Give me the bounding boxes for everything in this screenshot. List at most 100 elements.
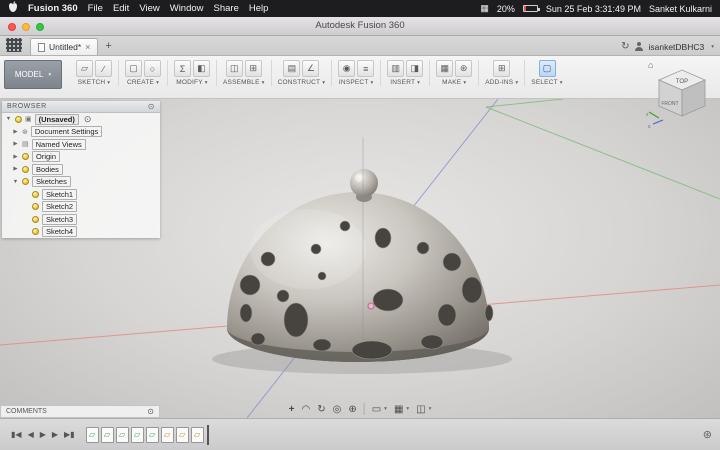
workspace-switcher[interactable]: MODEL ▾ — [4, 60, 62, 89]
account-name[interactable]: isanketDBHC3 — [648, 42, 704, 52]
browser-root-row[interactable]: ▼ ▣ (Unsaved) ⊙ — [2, 113, 160, 126]
group-caret-icon[interactable]: ▾ — [560, 80, 563, 86]
disclosure-triangle-icon[interactable]: ▶ — [12, 141, 19, 147]
minimize-window-button[interactable] — [22, 23, 30, 31]
group-caret-icon[interactable]: ▾ — [262, 80, 265, 86]
status-grid-icon[interactable]: ▦ — [480, 3, 489, 14]
disclosure-triangle-icon[interactable]: ▶ — [12, 129, 19, 135]
parameters-tool-icon[interactable]: Σ — [174, 60, 191, 77]
group-caret-icon[interactable]: ▾ — [463, 80, 466, 86]
spline-tool-icon[interactable]: ∕ — [95, 60, 112, 77]
user-avatar-icon[interactable] — [634, 42, 643, 51]
timeline-feature[interactable]: ▱ — [160, 426, 174, 443]
row-label[interactable]: Sketch1 — [42, 188, 78, 200]
row-label[interactable]: Named Views — [31, 138, 86, 150]
browser-row-origin[interactable]: ▶ Origin — [2, 151, 160, 164]
visibility-bulb-icon[interactable] — [22, 178, 29, 186]
browser-header[interactable]: BROWSER ⊙ — [2, 101, 160, 113]
presspull-tool-icon[interactable]: ◧ — [193, 60, 210, 77]
menubar-clock[interactable]: Sun 25 Feb 3:31:49 PM — [546, 4, 641, 14]
browser-row-bodies[interactable]: ▶ Bodies — [2, 163, 160, 176]
menu-file[interactable]: File — [88, 3, 103, 14]
hand-icon[interactable]: ◠ — [301, 404, 310, 415]
play-button[interactable]: ▶ — [37, 430, 49, 439]
viewports-dropdown[interactable]: ◫ ▾ — [416, 404, 431, 415]
addins-tool-icon[interactable]: ⊞ — [493, 60, 511, 77]
collapse-panel-icon[interactable]: ⊙ — [147, 407, 154, 416]
3dprint-tool-icon[interactable]: ▦ — [436, 60, 454, 77]
timeline-sketch-feature[interactable]: ▱ — [85, 426, 99, 443]
group-caret-icon[interactable]: ▾ — [205, 80, 208, 86]
row-label[interactable]: Bodies — [32, 163, 63, 175]
visibility-bulb-icon[interactable] — [22, 165, 29, 173]
make-settings-icon[interactable]: ⊛ — [455, 60, 473, 77]
timeline-feature[interactable]: ▱ — [190, 426, 204, 443]
dome-knob[interactable] — [350, 169, 378, 197]
close-tab-icon[interactable]: × — [85, 42, 90, 52]
toolbar-group-select[interactable]: ▢ SELECT ▾ — [525, 60, 568, 86]
menubar-user[interactable]: Sanket Kulkarni — [649, 4, 712, 14]
home-icon[interactable]: ⌂ — [648, 60, 653, 70]
row-label[interactable]: Sketches — [32, 176, 71, 188]
orbit-icon[interactable]: ↻ — [317, 404, 325, 415]
disclosure-triangle-icon[interactable]: ▶ — [12, 166, 19, 172]
visibility-bulb-icon[interactable] — [32, 215, 39, 223]
timeline-playhead[interactable] — [206, 424, 209, 445]
toolbar-group-sketch[interactable]: ▱ ∕ SKETCH ▾ — [70, 60, 119, 86]
root-document-label[interactable]: (Unsaved) — [34, 113, 79, 125]
group-caret-icon[interactable]: ▾ — [371, 80, 374, 86]
step-forward-button[interactable]: ▶ — [49, 430, 61, 439]
toolbar-group-assemble[interactable]: ◫ ⊞ ASSEMBLE ▾ — [217, 60, 272, 86]
row-label[interactable]: Origin — [32, 151, 61, 163]
menu-share[interactable]: Share — [214, 3, 239, 14]
collapse-panel-icon[interactable]: ⊙ — [148, 102, 155, 111]
timeline-sketch-feature[interactable]: ▱ — [115, 426, 129, 443]
visibility-bulb-icon[interactable] — [32, 228, 39, 236]
menu-window[interactable]: Window — [170, 3, 204, 14]
battery-icon[interactable] — [522, 5, 540, 12]
app-menu[interactable]: Fusion 360 — [28, 3, 78, 14]
group-caret-icon[interactable]: ▾ — [515, 80, 518, 86]
browser-row-sketch2[interactable]: Sketch2 — [2, 201, 160, 214]
look-at-icon[interactable]: ◎ — [333, 404, 342, 415]
toolbar-group-insert[interactable]: ▥ ◨ INSERT ▾ — [381, 60, 431, 86]
section-tool-icon[interactable]: ≡ — [357, 60, 375, 77]
component-tool-icon[interactable]: ⊞ — [244, 60, 262, 77]
insert-mesh-tool-icon[interactable]: ▥ — [387, 60, 405, 77]
sphere-tool-icon[interactable]: ○ — [144, 60, 161, 77]
sketch-point[interactable] — [367, 302, 375, 310]
timeline-sketch-feature[interactable]: ▱ — [130, 426, 144, 443]
browser-row-sketches[interactable]: ▼ Sketches — [2, 176, 160, 189]
row-label[interactable]: Sketch4 — [42, 226, 78, 238]
toolbar-group-make[interactable]: ▦ ⊛ MAKE ▾ — [430, 60, 480, 86]
step-back-button[interactable]: ◀ — [25, 430, 37, 439]
apple-menu[interactable] — [8, 1, 18, 16]
row-label[interactable]: Sketch2 — [42, 201, 78, 213]
zoom-icon[interactable]: ⊕ — [348, 404, 356, 415]
timeline-gear-icon[interactable]: ⊛ — [703, 428, 712, 441]
select-tool-icon[interactable]: ▢ — [538, 60, 556, 77]
row-label[interactable]: Document Settings — [30, 126, 103, 138]
disclosure-triangle-icon[interactable]: ▶ — [12, 154, 19, 160]
visibility-bulb-icon[interactable] — [32, 203, 39, 211]
display-settings-dropdown[interactable]: ▭ ▾ — [372, 404, 387, 415]
timeline-sketch-feature[interactable]: ▱ — [100, 426, 114, 443]
menu-edit[interactable]: Edit — [113, 3, 129, 14]
visibility-bulb-icon[interactable] — [32, 190, 39, 198]
toolbar-group-inspect[interactable]: ◉ ≡ INSPECT ▾ — [332, 60, 382, 86]
plane-tool-icon[interactable]: ▤ — [283, 60, 301, 77]
browser-row-document-settings[interactable]: ▶ ⊛ Document Settings — [2, 126, 160, 139]
account-caret-icon[interactable]: ▾ — [711, 44, 714, 50]
eye-icon[interactable]: ⊙ — [84, 114, 92, 125]
timeline-sketch-feature[interactable]: ▱ — [145, 426, 159, 443]
menu-view[interactable]: View — [139, 3, 159, 14]
disclosure-triangle-icon[interactable]: ▼ — [12, 179, 19, 185]
joint-tool-icon[interactable]: ◫ — [225, 60, 243, 77]
toolbar-group-construct[interactable]: ▤ ∠ CONSTRUCT ▾ — [272, 60, 333, 86]
go-to-start-button[interactable]: ▮◀ — [8, 430, 25, 439]
browser-row-sketch1[interactable]: Sketch1 — [2, 188, 160, 201]
new-tab-button[interactable]: + — [105, 40, 111, 52]
measure-tool-icon[interactable]: ◉ — [338, 60, 356, 77]
browser-row-named-views[interactable]: ▶ ▤ Named Views — [2, 138, 160, 151]
axis-tool-icon[interactable]: ∠ — [302, 60, 320, 77]
